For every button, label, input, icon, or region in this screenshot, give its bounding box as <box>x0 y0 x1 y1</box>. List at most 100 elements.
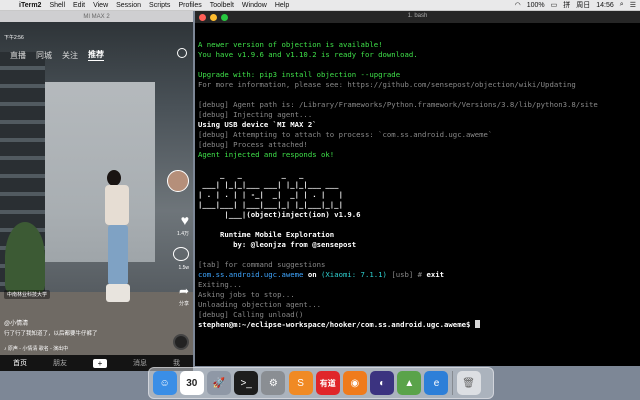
notification-center-icon[interactable]: ☰ <box>630 1 636 9</box>
menubar-time[interactable]: 14:56 <box>596 2 614 9</box>
author-avatar[interactable] <box>167 170 189 192</box>
terminal-line: [debug] Calling unload() <box>198 310 304 319</box>
wifi-icon[interactable]: ◠ <box>515 1 521 9</box>
tab-live[interactable]: 直播 <box>10 50 26 61</box>
video-figure <box>107 170 121 186</box>
prompt-package: com.ss.android.ugc.aweme <box>198 270 304 279</box>
menu-edit[interactable]: Edit <box>73 2 85 9</box>
finder-icon[interactable]: ☺ <box>152 371 177 395</box>
shell-prompt-line[interactable]: stephen@m:~/eclipse-workspace/hooker/com… <box>198 320 637 330</box>
terminal-output[interactable]: A newer version of objection is availabl… <box>195 23 640 366</box>
android-studio-icon[interactable]: ▲ <box>397 371 422 395</box>
input-method[interactable]: 拼 <box>563 0 570 10</box>
terminal-line: For more information, please see: https:… <box>198 80 576 89</box>
menu-bar: iTerm2 Shell Edit View Session Scripts P… <box>0 0 640 11</box>
menu-window[interactable]: Window <box>242 2 267 9</box>
terminal-after-lines: Exiting... Asking jobs to stop... Unloadin… <box>198 280 637 320</box>
terminal-line: [debug] Attempting to attach to process:… <box>198 130 493 139</box>
heart-icon[interactable]: ♥ <box>181 212 189 228</box>
tab-following[interactable]: 关注 <box>62 50 78 61</box>
qq-browser-icon[interactable]: e <box>424 371 449 395</box>
terminal-line: by: @leonjza from @sensepost <box>198 240 357 249</box>
location-tag[interactable]: 中南林业科技大学 <box>4 290 51 299</box>
nav-messages[interactable]: 消息 <box>133 358 147 368</box>
terminal-line: [debug] Process attached! <box>198 140 308 149</box>
menubar-status: ◠ 100% ▭ 拼 周日 14:56 ⌕ ☰ <box>509 0 636 10</box>
video-figure-body <box>105 185 129 225</box>
menubar-date[interactable]: 周日 <box>576 0 590 10</box>
video-background-plant <box>5 222 45 292</box>
terminal-titlebar[interactable]: 1. bash <box>195 11 640 23</box>
terminal-line: Asking jobs to stop... <box>198 290 295 299</box>
search-icon[interactable]: ⌕ <box>620 1 624 9</box>
menu-toolbelt[interactable]: Toolbelt <box>210 2 234 9</box>
terminal-line: Using USB device `MI MAX 2` <box>198 120 317 129</box>
search-icon[interactable] <box>177 48 187 58</box>
terminal-line: Upgrade with: pip3 install objection --u… <box>198 70 401 79</box>
share-label: 分享 <box>178 301 189 307</box>
terminal-title: 1. bash <box>407 13 428 19</box>
menu-help[interactable]: Help <box>275 2 289 9</box>
terminal-window[interactable]: 1. bash A newer version of objection is … <box>195 11 640 366</box>
menu-shell[interactable]: Shell <box>49 2 65 9</box>
phone-mirror-window[interactable]: MI MAX 2 下午2:56 直播 同城 关注 推荐 ♥ 1.4万 1.5w … <box>0 11 193 371</box>
prompt-on: on <box>303 270 322 279</box>
video-figure-boots <box>106 284 130 302</box>
system-preferences-icon[interactable]: ⚙ <box>261 371 286 395</box>
terminal-line: Exiting... <box>198 280 242 289</box>
terminal-line: _ _ _ _ <box>198 170 304 179</box>
terminal-line: Agent injected and responds ok! <box>198 150 335 159</box>
share-icon[interactable]: ➦ <box>179 284 189 298</box>
prompt-device: (Xiaomi: 7.1.1) <box>321 270 387 279</box>
menu-session[interactable]: Session <box>116 2 141 9</box>
video-background-wall <box>45 82 155 262</box>
phone-top-tabs: 直播 同城 关注 推荐 <box>0 48 193 62</box>
youdao-icon[interactable]: 有道 <box>315 371 340 395</box>
nav-friends[interactable]: 朋友 <box>53 358 67 368</box>
launchpad-icon[interactable]: 🚀 <box>206 371 231 395</box>
battery-icon[interactable]: ▭ <box>551 1 558 9</box>
terminal-line: [debug] Injecting agent... <box>198 110 313 119</box>
nav-home[interactable]: 首页 <box>13 358 27 368</box>
eclipse-icon[interactable]: ◐ <box>370 371 395 395</box>
terminal-line: You have v1.9.6 and v1.10.2 is ready for… <box>198 50 418 59</box>
menu-iterm2[interactable]: iTerm2 <box>19 2 41 9</box>
comment-count: 1.5w <box>178 265 189 271</box>
video-music[interactable]: ♪ 原声 - 小情清 歌名 - 演出中 <box>4 345 68 352</box>
video-figure-legs <box>108 225 128 285</box>
dock-separator <box>452 371 454 395</box>
firefox-icon[interactable]: ◉ <box>342 371 367 395</box>
menu-scripts[interactable]: Scripts <box>149 2 170 9</box>
terminal-lines: A newer version of objection is availabl… <box>198 40 637 270</box>
objection-prompt-line: com.ss.android.ugc.aweme on (Xiaomi: 7.1… <box>198 270 637 280</box>
terminal-line: [tab] for command suggestions <box>198 260 326 269</box>
menu-view[interactable]: View <box>93 2 108 9</box>
battery-percent[interactable]: 100% <box>527 2 545 9</box>
terminal-line: ___| |_|_|___ ___| |_|_|___ ___ <box>198 180 339 189</box>
tab-nearby[interactable]: 同城 <box>36 50 52 61</box>
nav-create-button[interactable]: + <box>93 358 107 368</box>
comment-icon[interactable] <box>173 247 189 261</box>
trash-icon[interactable]: 🗑 <box>456 371 481 395</box>
calendar-icon[interactable]: 30 <box>179 371 204 395</box>
menu-profiles[interactable]: Profiles <box>178 2 201 9</box>
terminal-line: [debug] Agent path is: /Library/Framewor… <box>198 100 598 109</box>
tab-recommended[interactable]: 推荐 <box>88 49 104 61</box>
phone-window-title: MI MAX 2 <box>0 11 193 22</box>
terminal-line: A newer version of objection is availabl… <box>198 40 383 49</box>
video-author[interactable]: @小情清 <box>4 318 28 327</box>
terminal-line: Runtime Mobile Exploration <box>198 230 335 239</box>
terminal-line: Unloading objection agent... <box>198 300 322 309</box>
terminal-line: | . | . | | -_| _| _| | . | | <box>198 190 343 199</box>
like-count: 1.4万 <box>177 231 189 237</box>
terminal-icon[interactable]: >_ <box>234 371 259 395</box>
phone-screen[interactable]: 下午2:56 直播 同城 关注 推荐 ♥ 1.4万 1.5w ➦ 分享 中南林业… <box>0 22 193 366</box>
terminal-line: |___|___| |___|___|_| |_|___|_|_| <box>198 200 343 209</box>
sublime-icon[interactable]: S <box>288 371 313 395</box>
text-cursor <box>474 320 480 328</box>
music-disc-icon[interactable] <box>173 334 189 350</box>
